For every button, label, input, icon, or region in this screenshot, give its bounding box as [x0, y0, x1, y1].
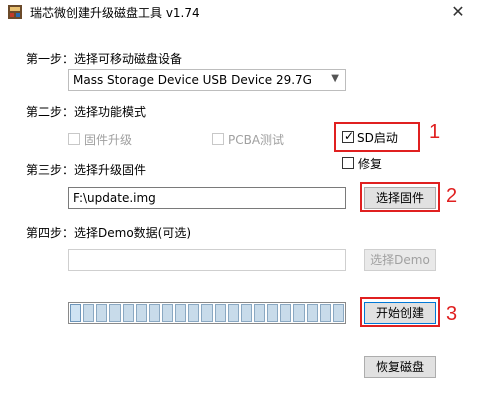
progress-segment [227, 304, 239, 322]
annotation-box-1 [334, 122, 420, 152]
app-icon [8, 5, 22, 19]
step2-label: 第二步：选择功能模式 [26, 105, 147, 119]
progress-segment [253, 304, 266, 322]
progress-segment [201, 304, 213, 322]
step4-label: 第四步：选择Demo数据(可选) [26, 226, 192, 240]
pcba-test-label: PCBA测试 [228, 133, 285, 147]
progress-segment [148, 304, 160, 322]
progress-segment [122, 304, 134, 322]
progress-segment [188, 304, 200, 322]
progress-segment [83, 304, 95, 322]
annotation-box-2 [360, 182, 440, 212]
restore-disk-button[interactable]: 恢复磁盘 [364, 356, 436, 378]
progress-segment [332, 304, 344, 322]
progress-segment [135, 304, 147, 322]
progress-segment [96, 304, 108, 322]
repair-checkbox[interactable] [342, 157, 354, 169]
window-title: 瑞芯微创建升级磁盘工具 v1.74 [30, 6, 200, 20]
firmware-path-value: F:\update.img [73, 191, 156, 205]
annotation-number-2: 2 [446, 185, 458, 207]
pcba-test-checkbox[interactable] [212, 133, 224, 145]
progress-segment [70, 304, 82, 322]
progress-segment [319, 304, 331, 322]
step3-label: 第三步：选择升级固件 [26, 163, 147, 177]
device-select[interactable]: Mass Storage Device USB Device 29.7G ▼ [68, 69, 346, 91]
progress-segment [175, 304, 187, 322]
step1-label: 第一步：选择可移动磁盘设备 [26, 52, 183, 66]
demo-path-field[interactable] [68, 249, 346, 271]
firmware-upgrade-label: 固件升级 [84, 133, 133, 147]
progress-segment [109, 304, 121, 322]
progress-segment [306, 304, 318, 322]
firmware-path-field[interactable]: F:\update.img [68, 187, 346, 209]
chevron-down-icon: ▼ [331, 73, 339, 84]
annotation-box-3 [360, 297, 440, 327]
title-bar: 瑞芯微创建升级磁盘工具 v1.74 ✕ [0, 0, 478, 24]
progress-segment [267, 304, 279, 322]
progress-segment [293, 304, 305, 322]
progress-bar [68, 302, 346, 324]
select-demo-button[interactable]: 选择Demo [364, 249, 436, 271]
device-select-value: Mass Storage Device USB Device 29.7G [73, 73, 312, 87]
annotation-number-3: 3 [446, 303, 458, 325]
repair-label: 修复 [358, 157, 383, 171]
progress-segment [214, 304, 226, 322]
progress-segment [240, 304, 252, 322]
annotation-number-1: 1 [429, 121, 441, 143]
close-button[interactable]: ✕ [448, 2, 468, 22]
progress-segment [280, 304, 292, 322]
firmware-upgrade-checkbox[interactable] [68, 133, 80, 145]
progress-segment [161, 304, 174, 322]
